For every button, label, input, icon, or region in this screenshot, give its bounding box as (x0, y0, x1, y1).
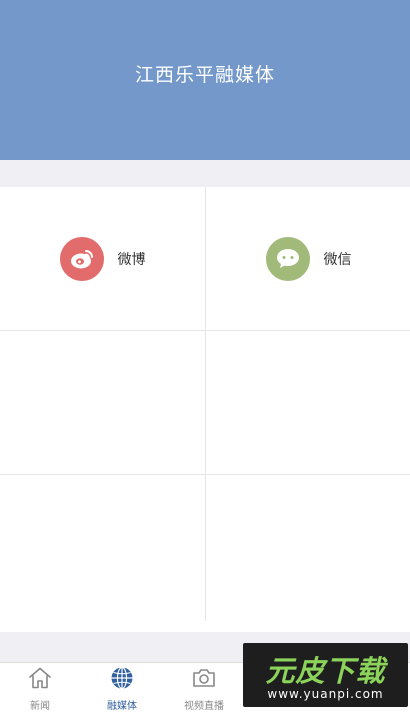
wechat-icon (265, 236, 310, 281)
grid-cell-empty (0, 331, 205, 474)
grid-cell-empty (0, 475, 205, 618)
camera-icon (191, 666, 217, 694)
grid-cell-wechat: 微信 (206, 187, 410, 330)
tab-live-video[interactable]: 视频直播 (164, 666, 244, 712)
tab-news[interactable]: 新闻 (0, 666, 80, 712)
grid-cell-empty (206, 475, 410, 618)
weibo-share-button[interactable]: 微博 (59, 236, 146, 281)
page-title: 江西乐平融媒体 (134, 63, 275, 86)
globe-icon (109, 666, 135, 694)
share-grid: 微博 微信 (0, 187, 410, 621)
watermark-title: 元皮下载 (265, 654, 386, 688)
weibo-label: 微博 (117, 251, 146, 268)
section-divider-top (0, 160, 410, 187)
home-icon (27, 666, 53, 694)
weibo-icon (59, 236, 104, 281)
wechat-label: 微信 (323, 251, 352, 268)
wechat-share-button[interactable]: 微信 (265, 236, 352, 281)
app-header: 江西乐平融媒体 (0, 0, 410, 160)
grid-cell-empty (206, 331, 410, 474)
grid-cell-weibo: 微博 (0, 187, 205, 330)
tab-media[interactable]: 融媒体 (82, 666, 162, 712)
watermark-url: www.yuanpi.com (267, 687, 384, 701)
watermark-logo: 元皮下载 www.yuanpi.com (243, 643, 408, 707)
